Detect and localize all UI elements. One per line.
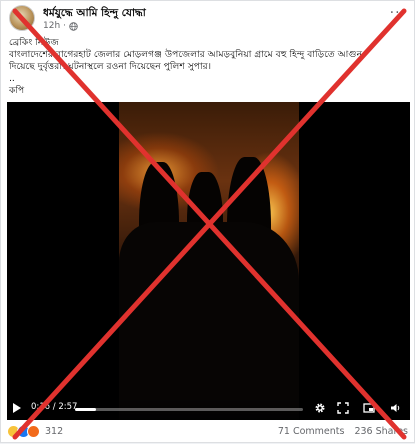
video-player[interactable]: 0:16 / 2:57 — [7, 102, 410, 420]
angry-reaction-icon — [27, 425, 40, 438]
picture-in-picture-icon[interactable] — [363, 402, 375, 414]
comments-count[interactable]: 71 Comments — [278, 426, 345, 437]
more-options-button[interactable]: ··· — [390, 6, 406, 20]
engagement-counts: 71 Comments 236 Shares — [278, 426, 408, 437]
reactions-summary[interactable]: 312 — [7, 425, 63, 438]
video-person-silhouette — [119, 222, 299, 420]
gear-icon[interactable] — [314, 402, 326, 414]
post-header: ধর্মযুদ্ধে আমি হিন্দু যোদ্ধা 12h · ··· — [9, 5, 406, 35]
shares-count[interactable]: 236 Shares — [354, 426, 408, 437]
post-line: বাংলাদেশের বাগেরহাট জেলার মোড়লগঞ্জ উপজে… — [9, 49, 363, 60]
reaction-count: 312 — [45, 426, 64, 437]
facebook-post: ধর্মযুদ্ধে আমি হিন্দু যোদ্ধা 12h · ··· ব… — [0, 0, 415, 443]
video-time: 0:16 / 2:57 — [31, 402, 78, 412]
post-line: কপি — [9, 85, 25, 96]
play-icon[interactable] — [13, 403, 21, 413]
fullscreen-icon[interactable] — [337, 402, 349, 414]
post-text: ব্রেকিং নিউজ বাংলাদেশের বাগেরহাট জেলার ম… — [9, 37, 404, 97]
post-meta: 12h · — [43, 21, 78, 31]
video-progress-fill — [75, 408, 96, 411]
post-line: দিয়েছে দুর্বৃত্তরা। ঘটনাস্থলে রওনা দিয়… — [9, 61, 212, 72]
video-frame — [119, 102, 299, 420]
post-footer: 312 71 Comments 236 Shares — [1, 421, 415, 444]
post-line: .. — [9, 73, 15, 84]
post-line: ব্রেকিং নিউজ — [9, 37, 59, 48]
avatar[interactable] — [9, 5, 35, 31]
volume-icon[interactable] — [390, 402, 402, 414]
video-progress-bar[interactable] — [75, 408, 303, 411]
post-timestamp[interactable]: 12h — [43, 21, 60, 31]
globe-icon — [69, 21, 78, 31]
video-controls: 0:16 / 2:57 — [7, 398, 410, 420]
